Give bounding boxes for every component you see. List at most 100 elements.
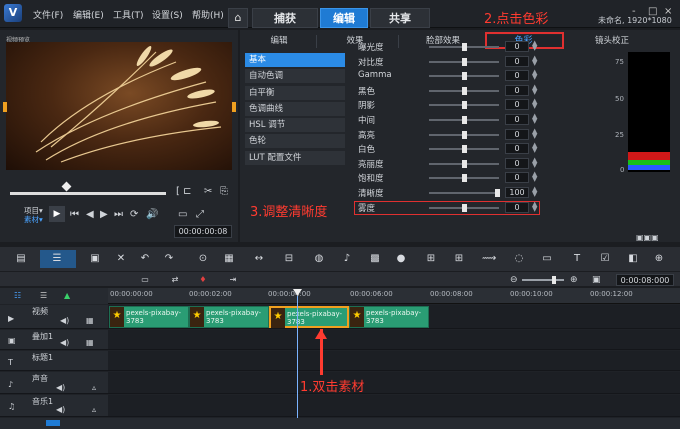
adjust-slider-thumb[interactable] (462, 43, 467, 51)
3d-text-icon[interactable]: T (570, 252, 584, 266)
playhead-line[interactable] (297, 296, 298, 429)
trim-icon[interactable]: ⊟ (282, 252, 296, 266)
adjust-value-input[interactable]: 100 (505, 187, 529, 198)
track-collapse-icon[interactable]: ▵ (92, 383, 96, 392)
motion-icon[interactable]: ⟿ (482, 252, 496, 266)
track-lane-music[interactable] (108, 395, 680, 417)
category-color-wheel[interactable]: 色轮 (245, 134, 345, 149)
spin-arrows-icon[interactable]: ▲ ▼ (532, 127, 537, 139)
menu-file[interactable]: 文件(F) (33, 8, 63, 21)
timecode-display[interactable]: 00:00:00:08 (174, 225, 232, 238)
track-list-icon[interactable]: ☰ (40, 291, 47, 300)
scrub-bar[interactable] (10, 192, 166, 195)
spin-arrows-icon[interactable]: ▲ ▼ (532, 156, 537, 168)
track-mute-icon[interactable]: ◀) (56, 383, 65, 392)
track-manager-icon[interactable]: ☷ (14, 291, 21, 300)
redo-icon[interactable]: ↷ (162, 252, 176, 266)
camera-icon[interactable]: ▭ (540, 252, 554, 266)
split-icon[interactable]: ↔ (252, 252, 266, 266)
track-grid-icon[interactable]: ▦ (86, 338, 94, 347)
adjust-value-input[interactable]: 0 (505, 70, 529, 82)
category-hsl[interactable]: HSL 调节 (245, 118, 345, 133)
zoom-timecode[interactable]: 0:00:08:000 (616, 274, 674, 286)
spin-arrows-icon[interactable]: ▲ ▼ (532, 186, 537, 198)
filter-icon[interactable]: ▩ (368, 252, 382, 266)
track-grid-icon[interactable]: ▦ (86, 316, 94, 325)
prev-frame-icon[interactable]: ◀ (86, 209, 94, 220)
more-icon[interactable]: ⊕ (652, 252, 666, 266)
next-frame-icon[interactable]: ▶ (100, 209, 108, 220)
adjust-slider-thumb[interactable] (495, 189, 500, 197)
mask-icon[interactable]: ◍ (312, 252, 326, 266)
go-start-icon[interactable]: ⏮ (70, 209, 79, 220)
menu-tools[interactable]: 工具(T) (113, 8, 144, 21)
spin-arrows-icon[interactable]: ▲ ▼ (532, 54, 537, 66)
adjust-value-input[interactable]: 0 (505, 143, 529, 155)
storyboard-icon[interactable]: ▤ (14, 252, 28, 266)
record-icon[interactable]: ⊙ (196, 252, 210, 266)
panel-options-icon[interactable]: ▣▣▣ (636, 233, 659, 242)
adjust-value-input[interactable]: 0 (505, 114, 529, 125)
adjust-slider-thumb[interactable] (462, 174, 467, 183)
spin-arrows-icon[interactable]: ▲ ▼ (532, 40, 537, 52)
color-icon[interactable]: ● (394, 252, 408, 266)
track-lane-title[interactable] (108, 351, 680, 371)
track-mute-icon[interactable]: ◀) (60, 316, 69, 325)
sync-icon[interactable]: ⇄ (168, 273, 182, 287)
adjust-value-input[interactable]: 0 (505, 172, 529, 184)
spin-arrows-icon[interactable]: ▲ ▼ (532, 98, 537, 110)
adjust-slider-thumb[interactable] (462, 116, 467, 124)
tab-edit[interactable]: 编辑 (320, 8, 368, 28)
footer-scroll-button[interactable] (46, 420, 60, 426)
category-auto-tone[interactable]: 自动色调 (245, 69, 345, 84)
category-basic[interactable]: 基本 (245, 53, 345, 67)
track-collapse-icon[interactable]: ▵ (92, 405, 96, 414)
mark-in-icon[interactable] (3, 102, 7, 112)
export-icon[interactable]: ⇥ (226, 273, 240, 287)
category-white-balance[interactable]: 白平衡 (245, 85, 345, 100)
subtitle-icon[interactable]: ⊞ (424, 252, 438, 266)
adjust-slider-thumb[interactable] (462, 101, 467, 110)
adjust-slider-thumb[interactable] (462, 130, 467, 139)
adjust-value-input[interactable]: 0 (505, 41, 529, 52)
timeline-icon[interactable]: ☰ (50, 252, 64, 266)
track-icon[interactable]: ◌ (512, 252, 526, 266)
trim-start-icon[interactable]: [ ⊏ (176, 186, 191, 197)
volume-icon[interactable]: 🔊 (146, 209, 158, 220)
clip-mode-label[interactable]: 素材▾ (24, 214, 43, 225)
track-lane-voice[interactable] (108, 372, 680, 394)
cut-icon[interactable]: ✂ (204, 186, 212, 197)
zoom-slider-thumb[interactable] (552, 276, 556, 284)
go-end-icon[interactable]: ⏭ (114, 209, 123, 220)
spin-arrows-icon[interactable]: ▲ ▼ (532, 83, 537, 95)
tab-share[interactable]: 共享 (370, 8, 430, 28)
subtab-edit[interactable]: 编辑 (250, 35, 308, 48)
timeline-clip[interactable]: ★ pexels-pixabay-3783 (109, 306, 189, 328)
adjust-slider[interactable] (429, 192, 499, 194)
stack-icon[interactable]: ▣ (88, 252, 102, 266)
gif-icon[interactable]: ▭ (138, 273, 152, 287)
tools-icon[interactable]: ✕ (114, 252, 128, 266)
mark-out-icon[interactable] (232, 102, 236, 112)
spin-arrows-icon[interactable]: ▲ ▼ (532, 69, 537, 81)
spin-arrows-icon[interactable]: ▲ ▼ (532, 171, 537, 183)
adjust-slider-thumb[interactable] (462, 159, 467, 168)
fit-project-icon[interactable]: ▣ (592, 275, 601, 285)
subtab-lens[interactable]: 镜头校正 (572, 35, 652, 48)
tab-capture[interactable]: 捕获 (252, 8, 318, 28)
category-lut[interactable]: LUT 配置文件 (245, 150, 345, 165)
adjust-value-input[interactable]: 0 (505, 55, 529, 67)
hd-icon[interactable]: ▭ (178, 209, 187, 220)
undo-icon[interactable]: ↶ (138, 252, 152, 266)
grid-icon[interactable]: ⊞ (452, 252, 466, 266)
audio-icon[interactable]: ♪ (340, 252, 354, 266)
adjust-slider-thumb[interactable] (462, 145, 467, 154)
menu-edit[interactable]: 编辑(E) (73, 8, 104, 21)
repeat-icon[interactable]: ⟳ (130, 209, 138, 220)
adjust-value-input[interactable]: 0 (505, 128, 529, 140)
add-track-icon[interactable]: ▲ (64, 291, 70, 300)
mic-icon[interactable]: ♦ (196, 273, 210, 287)
copy-icon[interactable]: ⎘ (220, 186, 228, 197)
adjust-slider-thumb[interactable] (462, 86, 467, 95)
track-mute-icon[interactable]: ◀) (60, 338, 69, 347)
